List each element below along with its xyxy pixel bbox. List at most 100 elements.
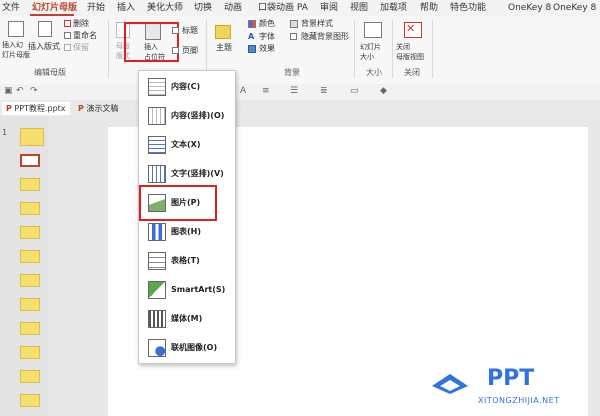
group-label-close: 关闭 [404, 68, 420, 77]
pptx-file-icon: P [78, 104, 84, 113]
tab-view[interactable]: 视图 [350, 2, 368, 14]
tab-slide-master[interactable]: 幻灯片母版 [32, 2, 77, 14]
tab-animations[interactable]: 动画 [224, 2, 242, 14]
layout-thumbnail[interactable] [20, 202, 40, 215]
slide-size-button[interactable]: 幻灯片 大小 [360, 42, 381, 62]
close-master-view-button[interactable]: 关闭 母版视图 [396, 42, 424, 62]
delete-button[interactable]: 删除 [73, 19, 89, 29]
menu-item-chart[interactable]: 图表(H) [139, 218, 235, 246]
table-icon [148, 252, 166, 270]
layout-thumbnail[interactable] [20, 346, 40, 359]
doc-tab-ppt-tutorial[interactable]: P PPT教程.pptx [2, 102, 70, 115]
layout-thumbnail[interactable] [20, 370, 40, 383]
bg-styles-icon [290, 20, 298, 28]
bg-styles-button[interactable]: 背景样式 [301, 19, 333, 29]
footer-checkbox[interactable] [172, 47, 179, 54]
menu-item-content[interactable]: 内容(C) [139, 73, 235, 101]
menu-item-label: SmartArt(S) [171, 285, 226, 294]
font-size-icon[interactable]: A [240, 86, 246, 96]
layout-thumbnail[interactable] [20, 394, 40, 407]
menu-item-label: 联机图像(O) [171, 343, 218, 352]
layout-thumbnail[interactable] [20, 274, 40, 287]
colors-button[interactable]: 颜色 [259, 19, 275, 29]
menu-item-online-image[interactable]: 联机图像(O) [139, 334, 235, 362]
title-checkbox[interactable] [172, 27, 179, 34]
layout-thumbnail[interactable] [20, 178, 40, 191]
tab-help[interactable]: 帮助 [420, 2, 438, 14]
layout-thumbnail[interactable] [20, 250, 40, 263]
smartart-icon [148, 281, 166, 299]
shape-icon[interactable]: ▭ [350, 86, 359, 96]
layout-thumbnail-selected[interactable] [20, 154, 40, 167]
tab-features[interactable]: 特色功能 [450, 2, 486, 14]
effects-button[interactable]: 效果 [259, 44, 275, 54]
colors-icon [248, 20, 256, 28]
menu-item-text[interactable]: 文本(X) [139, 131, 235, 159]
tab-insert[interactable]: 插入 [117, 2, 135, 14]
tab-onekey8[interactable]: OneKey 8 [508, 2, 551, 14]
hide-bg-label: 隐藏背景图形 [301, 32, 349, 41]
menu-item-media[interactable]: 媒体(M) [139, 305, 235, 333]
group-label-edit-master: 编辑母版 [34, 68, 66, 77]
ribbon-tab-bar: 文件 幻灯片母版 开始 插入 美化大师 切换 动画 口袋动画 PA 审阅 视图 … [0, 0, 600, 16]
align-icon[interactable]: ≡ [262, 86, 270, 96]
effects-icon [248, 45, 256, 53]
tab-home[interactable]: 开始 [87, 2, 105, 14]
doc-tab-presentation[interactable]: P 演示文稿 [74, 102, 122, 115]
preserve-button[interactable]: 保留 [73, 43, 89, 53]
insert-layout-button[interactable]: 插入版式 [28, 42, 60, 52]
theme-icon [215, 25, 231, 39]
rename-button[interactable]: 重命名 [73, 31, 97, 41]
menu-item-label: 内容(竖排)(O) [171, 111, 225, 120]
tab-beautify[interactable]: 美化大师 [147, 2, 183, 14]
text-vertical-icon [148, 165, 166, 183]
tab-review[interactable]: 审阅 [320, 2, 338, 14]
hide-bg-checkbox[interactable] [290, 33, 297, 40]
content-icon [148, 78, 166, 96]
tab-pocket-animation[interactable]: 口袋动画 PA [258, 2, 308, 14]
fonts-button[interactable]: 字体 [259, 32, 275, 42]
doc-tab-label: 演示文稿 [86, 104, 119, 113]
layout-thumbnail[interactable] [20, 322, 40, 335]
tab-addins[interactable]: 加载项 [380, 2, 407, 14]
insert-placeholder-menu: 内容(C) 内容(竖排)(O) 文本(X) 文字(竖排)(V) 图片(P) 图表… [138, 70, 236, 364]
insert-slide-master-button[interactable]: 插入幻 灯片母版 [2, 40, 30, 60]
slide-number: 1 [2, 128, 8, 137]
insert-slide-master-icon [8, 21, 24, 37]
picture-item-highlight [139, 185, 217, 221]
close-x-icon: ✕ [406, 22, 416, 35]
watermark-brand: PPT [487, 366, 535, 391]
media-icon [148, 310, 166, 328]
menu-item-content-vertical[interactable]: 内容(竖排)(O) [139, 102, 235, 130]
paragraph-icon[interactable]: ≣ [320, 86, 328, 96]
tab-onekey8-plus[interactable]: OneKey 8 Plus [553, 2, 600, 14]
theme-button[interactable]: 主题 [216, 43, 232, 53]
group-separator [392, 20, 393, 78]
menu-item-text-vertical[interactable]: 文字(竖排)(V) [139, 160, 235, 188]
menu-item-label: 文字(竖排)(V) [171, 169, 224, 178]
layout-thumbnail[interactable] [20, 226, 40, 239]
redo-icon[interactable]: ↷ [30, 86, 38, 96]
master-thumbnail[interactable] [20, 128, 44, 146]
watermark-logo-icon [430, 372, 470, 396]
group-separator [354, 20, 355, 78]
quick-access-toolbar: ▣ ↶ ↷ A ≡ ☰ ≣ ▭ ◆ [0, 84, 600, 101]
tab-file[interactable]: 文件 [2, 2, 20, 14]
group-label-background: 背景 [284, 68, 300, 77]
layout-thumbnail[interactable] [20, 298, 40, 311]
group-label-size: 大小 [366, 68, 382, 77]
ribbon: 插入幻 灯片母版 插入版式 删除 重命名 保留 编辑母版 母版 版式 插入 占位… [0, 16, 600, 85]
menu-item-label: 图表(H) [171, 227, 202, 236]
undo-icon[interactable]: ↶ [16, 86, 24, 96]
save-icon[interactable]: ▣ [4, 86, 13, 96]
color-icon[interactable]: ◆ [380, 86, 387, 96]
doc-tab-label: PPT教程.pptx [14, 104, 66, 113]
tab-transitions[interactable]: 切换 [194, 2, 212, 14]
content-vertical-icon [148, 107, 166, 125]
rename-icon [64, 32, 71, 39]
menu-item-table[interactable]: 表格(T) [139, 247, 235, 275]
text-icon [148, 136, 166, 154]
menu-item-smartart[interactable]: SmartArt(S) [139, 276, 235, 304]
list-icon[interactable]: ☰ [290, 86, 298, 96]
menu-item-label: 媒体(M) [171, 314, 203, 323]
